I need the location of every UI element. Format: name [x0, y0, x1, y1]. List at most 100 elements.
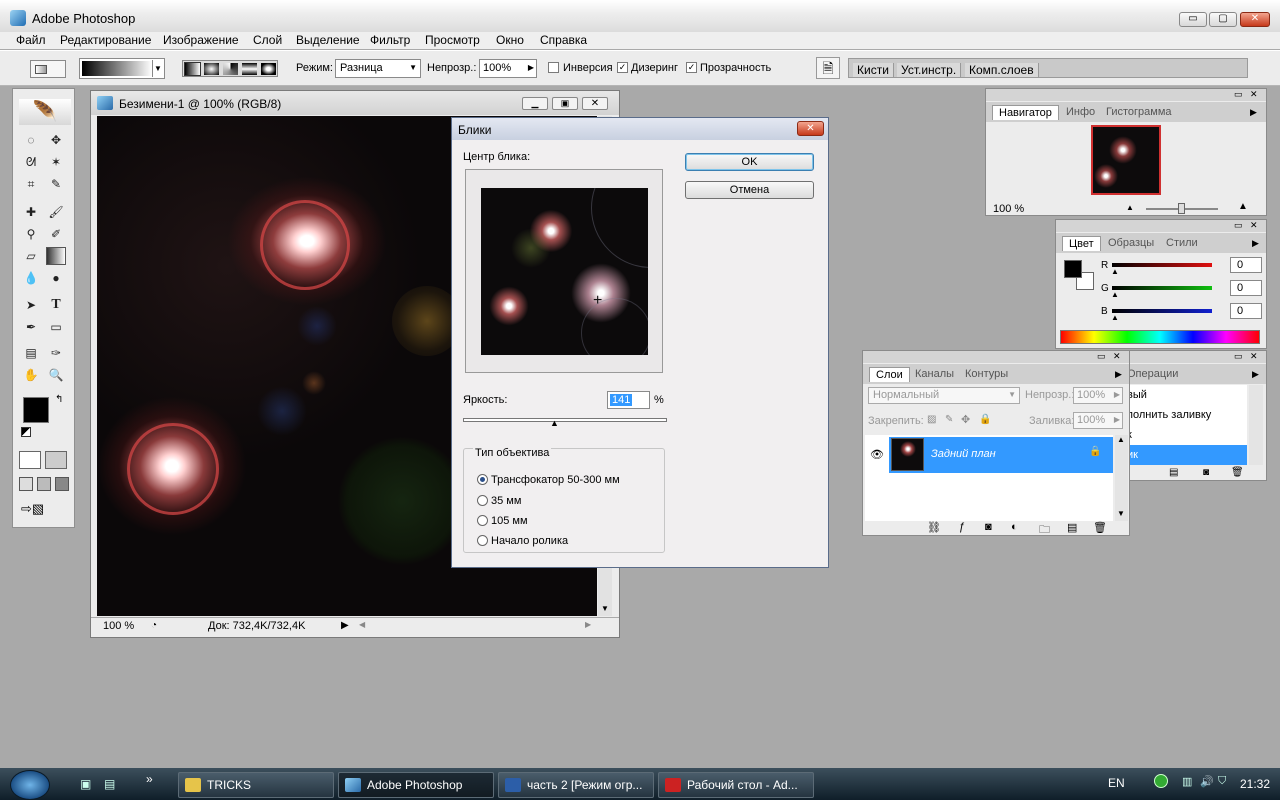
lock-pixels-icon[interactable]: ✎ [945, 414, 953, 425]
zoom-in-icon[interactable]: ▲ [1238, 201, 1248, 212]
angle-gradient-icon[interactable] [223, 63, 238, 75]
menu-help[interactable]: Справка [540, 33, 587, 47]
default-colors-icon[interactable] [21, 427, 31, 437]
navigator-zoom-thumb[interactable] [1178, 203, 1185, 214]
transparency-checkbox[interactable]: ✓ [686, 62, 697, 73]
palette-well-tool-presets[interactable]: Уст.инстр. [897, 63, 962, 77]
cancel-button[interactable]: Отмена [685, 181, 814, 199]
menu-filter[interactable]: Фильтр [370, 33, 410, 47]
slice-tool-icon[interactable]: ✎ [46, 175, 66, 193]
gradient-type-buttons[interactable] [182, 60, 278, 77]
lens-105mm-label[interactable]: 105 мм [491, 515, 528, 527]
tab-styles[interactable]: Стили [1160, 236, 1204, 251]
task-tricks[interactable]: TRICKS [178, 772, 334, 798]
crop-tool-icon[interactable]: ⌗ [21, 175, 41, 193]
new-document-from-state-icon[interactable]: ▤ [1169, 467, 1178, 478]
gradient-tool-icon[interactable] [46, 247, 66, 265]
brightness-slider-thumb[interactable]: ▲ [550, 419, 560, 428]
trash-icon[interactable]: 🗑 [1231, 467, 1244, 478]
channel-g-thumb[interactable]: ▲ [1111, 290, 1119, 299]
tab-info[interactable]: Инфо [1060, 105, 1101, 120]
channel-r-slider[interactable] [1112, 263, 1212, 267]
diamond-gradient-icon[interactable] [261, 63, 276, 75]
brightness-slider-track[interactable] [463, 418, 667, 422]
color-spectrum-ramp[interactable] [1060, 330, 1260, 344]
screen-mode-full-icon[interactable] [55, 477, 69, 491]
show-desktop-icon[interactable]: ▣ [80, 777, 91, 791]
stamp-tool-icon[interactable]: ⚲ [21, 225, 41, 243]
crosshair-icon[interactable]: + [593, 292, 602, 310]
dodge-tool-icon[interactable]: ● [46, 269, 66, 287]
menu-edit[interactable]: Редактирование [60, 33, 151, 47]
language-indicator[interactable]: EN [1108, 776, 1125, 790]
menu-window[interactable]: Окно [496, 33, 524, 47]
scroll-up-icon[interactable]: ▲ [1117, 435, 1125, 444]
lens-zoom-label[interactable]: Трансфокатор 50-300 мм [491, 474, 620, 486]
layer-row-background[interactable]: Задний план 🔒 [889, 437, 1113, 473]
healing-brush-icon[interactable]: ✚ [21, 203, 41, 221]
tab-color[interactable]: Цвет [1062, 236, 1101, 251]
panel-menu-icon[interactable]: ▶ [1252, 369, 1259, 380]
blur-tool-icon[interactable]: 💧 [21, 269, 41, 287]
layer-mask-icon[interactable]: ◙ [985, 521, 992, 533]
fill-input[interactable]: 100% ▶ [1073, 412, 1123, 429]
tray-app-icon[interactable] [1154, 774, 1168, 788]
reflected-gradient-icon[interactable] [242, 63, 257, 75]
adjustment-layer-icon[interactable]: ◐ [1011, 521, 1018, 533]
eye-icon[interactable]: 👁 [867, 437, 887, 473]
panel-minimize-icon[interactable]: ▭ [1234, 351, 1243, 362]
new-layer-icon[interactable]: ▤ [1067, 521, 1077, 534]
scroll-left-icon[interactable]: ◀ [359, 620, 365, 629]
channel-b-slider[interactable] [1112, 309, 1212, 313]
menu-image[interactable]: Изображение [163, 33, 239, 47]
maximize-button[interactable]: ▢ [1209, 12, 1237, 27]
screen-mode-menu-icon[interactable] [37, 477, 51, 491]
navigator-zoom[interactable]: 100 % [993, 203, 1024, 215]
palette-well-brushes[interactable]: Кисти [853, 63, 894, 77]
hand-tool-icon[interactable]: ✋ [21, 366, 41, 384]
start-button[interactable] [10, 770, 50, 800]
panel-close-icon[interactable]: ✕ [1250, 89, 1258, 100]
color-foreground-swatch[interactable] [1064, 260, 1082, 278]
scroll-right-icon[interactable]: ▶ [585, 620, 591, 629]
type-tool-icon[interactable]: T [46, 296, 66, 314]
panel-minimize-icon[interactable]: ▭ [1234, 220, 1243, 231]
panel-menu-icon[interactable]: ▶ [1250, 107, 1257, 118]
channel-g-input[interactable]: 0 [1230, 280, 1262, 296]
panel-menu-icon[interactable]: ▶ [1115, 369, 1122, 380]
history-scrollbar[interactable] [1249, 385, 1263, 465]
minimize-button[interactable]: ▭ [1179, 12, 1207, 27]
gradient-picker[interactable]: ▼ [79, 58, 165, 79]
blend-mode-select[interactable]: Нормальный ▼ [868, 387, 1020, 404]
menu-file[interactable]: Файл [16, 33, 46, 47]
status-menu-arrow-icon[interactable]: ▶ [341, 620, 349, 631]
panel-close-icon[interactable]: ✕ [1250, 351, 1258, 362]
screen-mode-standard-icon[interactable] [19, 477, 33, 491]
menu-select[interactable]: Выделение [296, 33, 360, 47]
task-acrobat[interactable]: Рабочий стол - Ad... [658, 772, 814, 798]
channel-g-slider[interactable] [1112, 286, 1212, 290]
layer-style-icon[interactable]: ƒ [959, 521, 965, 533]
palette-well-layer-comps[interactable]: Комп.слоев [965, 63, 1039, 77]
panel-close-icon[interactable]: ✕ [1113, 351, 1121, 362]
quick-mask-icon[interactable] [45, 451, 67, 469]
history-item[interactable]: полнить заливку [1121, 405, 1247, 425]
panel-menu-icon[interactable]: ▶ [1252, 238, 1259, 249]
menu-view[interactable]: Просмотр [425, 33, 480, 47]
lens-35mm-radio[interactable] [477, 495, 488, 506]
brush-tool-icon[interactable]: 🖌 [46, 203, 66, 221]
history-item-selected[interactable]: ик [1121, 445, 1247, 465]
tab-swatches[interactable]: Образцы [1102, 236, 1160, 251]
tab-channels[interactable]: Каналы [909, 367, 960, 382]
doc-minimize-button[interactable]: ▁ [522, 97, 548, 110]
lasso-tool-icon[interactable]: ᘛ [21, 153, 41, 171]
panel-minimize-icon[interactable]: ▭ [1097, 351, 1106, 362]
lock-transparency-icon[interactable]: ▨ [927, 414, 936, 425]
tab-paths[interactable]: Контуры [959, 367, 1014, 382]
link-layers-icon[interactable]: ⛓ [927, 521, 941, 534]
task-word[interactable]: часть 2 [Режим огр... [498, 772, 654, 798]
mode-select[interactable]: Разница ▼ [335, 59, 421, 78]
menu-layer[interactable]: Слой [253, 33, 282, 47]
channel-r-thumb[interactable]: ▲ [1111, 267, 1119, 276]
foreground-color-swatch[interactable] [23, 397, 49, 423]
